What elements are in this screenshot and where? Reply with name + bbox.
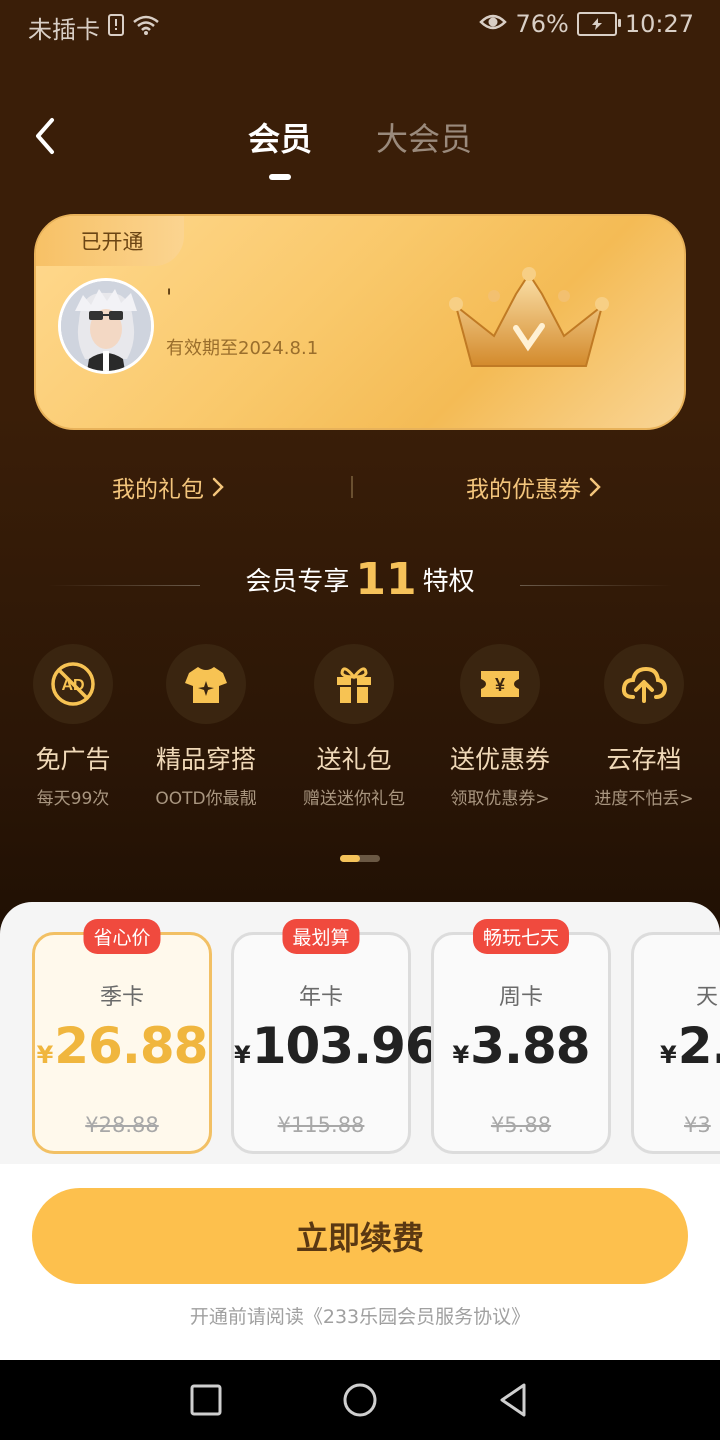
- membership-screen: 未插卡 76% 10:27 会员 大会员 已开通 ' 有效期至2024.8.1 …: [0, 0, 720, 1360]
- triangle-back-icon: [500, 1383, 526, 1417]
- plan-name: 天: [696, 985, 719, 1010]
- my-coupon-label: 我的优惠券: [466, 477, 581, 503]
- privilege-title: 送礼包: [316, 745, 392, 774]
- plan-price: ¥26.88: [35, 1017, 209, 1075]
- privilege-subtitle: 赠送迷你礼包: [303, 789, 405, 809]
- plan-price-value: 3.88: [470, 1017, 590, 1075]
- eye-icon: [479, 10, 508, 38]
- carrier-text: 未插卡: [28, 16, 100, 44]
- privilege-title: 送优惠券: [449, 745, 550, 774]
- currency-symbol: ¥: [36, 1041, 54, 1069]
- privilege-subtitle: 领取优惠券>: [450, 789, 550, 809]
- plan-original-price: ¥115.88: [277, 1113, 365, 1137]
- privilege-subtitle: OOTD你最靓: [155, 789, 257, 809]
- plan-tag: 畅玩七天: [472, 919, 570, 954]
- plan-price: ¥3.88: [434, 1017, 608, 1075]
- privilege-gift[interactable]: 送礼包 赠送迷你礼包: [284, 644, 424, 809]
- battery-percent: 76%: [515, 10, 569, 38]
- privilege-outfit[interactable]: 精品穿搭 OOTD你最靓: [136, 644, 276, 809]
- plan-quarter[interactable]: 省心价 季卡 ¥26.88 ¥28.88: [32, 919, 212, 1154]
- page-indicator-active: [340, 855, 360, 862]
- plan-name: 周卡: [498, 985, 543, 1010]
- circle-icon: [343, 1383, 377, 1417]
- status-bar: 未插卡 76% 10:27: [0, 0, 720, 50]
- wifi-icon: [132, 14, 160, 42]
- privilege-title: 精品穿搭: [155, 745, 256, 774]
- avatar-character-icon: [61, 281, 151, 371]
- svg-text:¥: ¥: [495, 675, 505, 695]
- activated-badge: 已开通: [36, 216, 184, 266]
- currency-symbol: ¥: [452, 1041, 469, 1069]
- privileges-title-prefix: 会员专享: [245, 567, 350, 597]
- plan-year[interactable]: 最划算 年卡 ¥103.96 ¥115.88: [231, 919, 440, 1154]
- plan-price-value: 2.8: [677, 1017, 720, 1075]
- back-nav-button[interactable]: [494, 1380, 534, 1420]
- battery-charging-icon: [576, 12, 621, 36]
- plan-price-value: 26.88: [54, 1017, 208, 1075]
- plan-week[interactable]: 畅玩七天 周卡 ¥3.88 ¥5.88: [431, 919, 611, 1154]
- no-ads-icon: AD: [33, 644, 113, 724]
- plan-tag: 省心价: [83, 919, 161, 954]
- links-divider: [351, 476, 353, 498]
- plan-day[interactable]: 天 ¥2.8 ¥3: [631, 932, 720, 1154]
- tab-member[interactable]: 会员: [248, 114, 312, 160]
- privileges-count: 11: [355, 554, 417, 605]
- plan-name: 年卡: [298, 985, 343, 1010]
- privilege-subtitle: 每天99次: [36, 789, 110, 809]
- plan-original-price: ¥3: [684, 1113, 711, 1137]
- cloud-upload-icon: [604, 644, 684, 724]
- gift-icon: [314, 644, 394, 724]
- plan-price-value: 103.96: [251, 1017, 440, 1075]
- recent-apps-button[interactable]: [186, 1380, 226, 1420]
- privilege-no-ads[interactable]: AD 免广告 每天99次: [3, 644, 143, 809]
- square-icon: [190, 1384, 222, 1416]
- member-name: ': [166, 286, 173, 311]
- tab-big-member[interactable]: 大会员: [376, 114, 472, 160]
- currency-symbol: ¥: [234, 1041, 251, 1069]
- my-gift-link[interactable]: 我的礼包: [112, 470, 225, 504]
- page-indicator: [340, 855, 380, 862]
- ticket-icon: ¥: [460, 644, 540, 724]
- plan-price: ¥2.8: [634, 1017, 720, 1075]
- privilege-subtitle: 进度不怕丢>: [594, 789, 694, 809]
- privilege-title: 免广告: [35, 745, 111, 774]
- member-card: 已开通 ' 有效期至2024.8.1: [34, 214, 686, 430]
- plan-original-price: ¥5.88: [490, 1113, 552, 1137]
- system-nav-bar: [0, 1360, 720, 1440]
- renew-button[interactable]: 立即续费: [32, 1188, 688, 1284]
- chevron-right-icon: [211, 477, 225, 503]
- back-button[interactable]: [28, 112, 68, 160]
- chevron-right-icon: [588, 477, 602, 503]
- privileges-title-suffix: 特权: [422, 567, 475, 597]
- chevron-left-icon: [36, 118, 54, 154]
- plan-name: 季卡: [99, 985, 144, 1010]
- my-gift-label: 我的礼包: [112, 477, 204, 503]
- tshirt-icon: [166, 644, 246, 724]
- sim-alert-icon: [108, 13, 124, 42]
- privilege-title: 云存档: [606, 745, 682, 774]
- clock: 10:27: [624, 10, 694, 38]
- plan-sheet: 省心价 季卡 ¥26.88 ¥28.88 最划算 年卡 ¥103.96 ¥115…: [0, 902, 720, 1360]
- privilege-coupon[interactable]: ¥ 送优惠券 领取优惠券>: [430, 644, 570, 809]
- plan-price: ¥103.96: [234, 1017, 440, 1075]
- plan-tag: 最划算: [282, 919, 360, 954]
- home-button[interactable]: [340, 1380, 380, 1420]
- crown-icon: [449, 267, 609, 367]
- avatar[interactable]: [58, 278, 154, 374]
- tab-indicator: [269, 174, 291, 180]
- my-coupon-link[interactable]: 我的优惠券: [466, 470, 602, 504]
- currency-symbol: ¥: [660, 1041, 677, 1069]
- agreement-link[interactable]: 开通前请阅读《233乐园会员服务协议》: [0, 1302, 720, 1329]
- expire-date: 有效期至2024.8.1: [166, 338, 319, 359]
- plan-original-price: ¥28.88: [85, 1113, 159, 1137]
- privilege-cloud-save[interactable]: 云存档 进度不怕丢>: [574, 644, 714, 809]
- privileges-title: 会员专享 11 特权: [0, 554, 720, 605]
